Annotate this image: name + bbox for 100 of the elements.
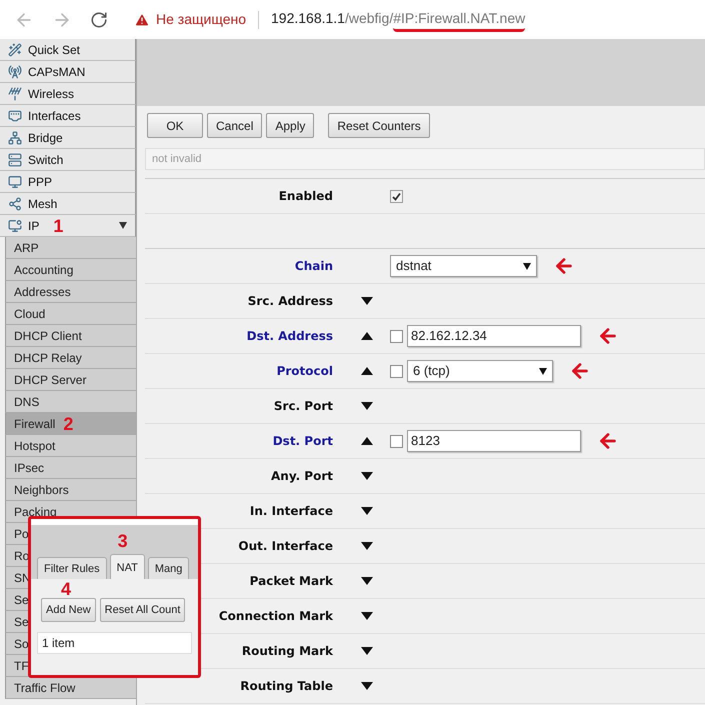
sidebar-item[interactable]: CAPsMAN <box>0 61 136 83</box>
sidebar-item[interactable]: Wireless <box>0 83 136 105</box>
submenu-label: Hotspot <box>14 438 56 454</box>
select-field[interactable]: dstnat <box>390 255 537 277</box>
sidebar-item[interactable]: IP 1 <box>0 215 136 237</box>
sidebar-item[interactable]: Mesh <box>0 193 136 215</box>
tab[interactable]: Filter Rules <box>37 557 107 579</box>
input-field[interactable]: 8123 <box>407 430 581 452</box>
submenu-label: Cloud <box>14 306 46 322</box>
field-label: Dst. Address <box>246 328 333 345</box>
expand-icon[interactable] <box>360 682 372 690</box>
sidebar-label: Bridge <box>28 130 63 146</box>
sidebar-item[interactable]: Switch <box>0 149 136 171</box>
submenu-label: Traffic Flow <box>14 680 76 696</box>
submenu-item[interactable]: Addresses <box>5 281 136 303</box>
submenu-item[interactable]: IPsec <box>5 457 136 479</box>
expand-icon[interactable] <box>360 647 372 655</box>
submenu-label: Se <box>14 614 29 630</box>
sidebar-item[interactable]: PPP <box>0 171 136 193</box>
submenu-label: Se <box>14 592 29 608</box>
toolbar-button[interactable]: Cancel <box>207 113 262 138</box>
submenu-item[interactable]: DNS <box>5 391 136 413</box>
collapse-icon[interactable] <box>360 367 372 375</box>
field-label: Protocol <box>276 363 333 380</box>
expand-icon[interactable] <box>360 507 372 515</box>
sidebar-label: Mesh <box>28 196 58 212</box>
item-count: 1 item <box>37 632 192 654</box>
expand-icon[interactable] <box>360 472 372 480</box>
field-label: Chain <box>294 258 333 275</box>
submenu-label: Firewall <box>14 416 56 432</box>
field-label: Src. Port <box>274 398 333 415</box>
field-label: Src. Address <box>248 293 333 310</box>
url-text: #IP:Firewall.NAT.new <box>393 8 526 32</box>
field-label: Connection Mark <box>218 608 333 625</box>
submenu-item[interactable]: Hotspot <box>5 435 136 457</box>
submenu-item[interactable]: DHCP Server <box>5 369 136 391</box>
annotation-number: 4 <box>61 580 72 598</box>
expand-icon[interactable] <box>360 612 372 620</box>
toolbar-button[interactable]: OK <box>147 113 203 138</box>
input-field[interactable]: 82.162.12.34 <box>407 325 581 347</box>
expand-icon[interactable] <box>360 297 372 305</box>
collapse-icon[interactable] <box>360 332 372 340</box>
toolbar-button[interactable]: Apply <box>266 113 314 138</box>
submenu-label: Neighbors <box>14 482 69 498</box>
submenu-item[interactable]: Cloud <box>5 303 136 325</box>
submenu-label: DNS <box>14 394 40 410</box>
nodes-icon <box>8 196 22 210</box>
sidebar-label: Wireless <box>28 86 74 102</box>
sidebar-label: IP <box>28 218 40 234</box>
field-label: Enabled <box>278 188 333 205</box>
sidebar-label: Interfaces <box>28 108 81 124</box>
submenu-label: Accounting <box>14 262 74 278</box>
submenu-label: TF <box>14 658 29 674</box>
field-label: Dst. Port <box>272 433 333 450</box>
annotation-number: 3 <box>118 532 128 550</box>
select-field[interactable]: 6 (tcp) <box>407 360 553 382</box>
field-label: Packet Mark <box>250 573 333 590</box>
antenna-icon <box>8 86 22 100</box>
sidebar-item[interactable]: Bridge <box>0 127 136 149</box>
field-label: Routing Mark <box>242 643 333 660</box>
field-label: Any. Port <box>271 468 333 485</box>
monitor-icon <box>8 174 22 188</box>
negate-checkbox[interactable] <box>390 330 403 342</box>
wand-icon <box>8 42 22 56</box>
dropdown-arrow-icon <box>523 262 531 270</box>
submenu-item[interactable]: Traffic Flow <box>5 677 136 699</box>
url-text: 192.168.1.1 <box>271 8 345 28</box>
submenu-label: DHCP Server <box>14 372 86 388</box>
inset-button[interactable]: Reset All Count <box>100 598 186 622</box>
sidebar-item[interactable]: Quick Set <box>0 39 136 61</box>
inset-button[interactable]: Add New <box>41 598 96 622</box>
negate-checkbox[interactable] <box>390 434 403 448</box>
submenu-label: DHCP Client <box>14 328 82 344</box>
collapse-icon[interactable] <box>360 437 372 445</box>
comment-field[interactable]: not invalid <box>145 148 705 170</box>
submenu-item[interactable]: Firewall 2 <box>5 413 136 435</box>
sidebar-label: CAPsMAN <box>28 64 86 80</box>
submenu-item[interactable]: DHCP Client <box>5 325 136 347</box>
tab[interactable]: NAT <box>110 554 145 579</box>
expand-icon[interactable] <box>360 402 372 410</box>
submenu-item[interactable]: Neighbors <box>5 479 136 501</box>
sidebar-item[interactable]: Interfaces <box>0 105 136 127</box>
expand-icon[interactable] <box>360 542 372 550</box>
tab[interactable]: Mang <box>148 557 190 579</box>
toolbar-button[interactable]: Reset Counters <box>328 113 430 138</box>
warning-icon <box>134 12 150 28</box>
expand-icon[interactable] <box>360 577 372 585</box>
dropdown-arrow-icon <box>539 368 547 374</box>
submenu-item[interactable]: Accounting <box>5 259 136 281</box>
sidebar-label: Quick Set <box>28 42 80 58</box>
field-label: Routing Table <box>240 678 333 695</box>
submenu-item[interactable]: DHCP Relay <box>5 347 136 369</box>
negate-checkbox[interactable] <box>390 364 403 378</box>
enabled-checkbox[interactable] <box>390 190 403 202</box>
reload-icon[interactable] <box>90 10 108 28</box>
port-icon <box>8 108 22 122</box>
url-text: /webfig/ <box>344 8 394 28</box>
annotation-number: 1 <box>53 216 64 234</box>
submenu-item[interactable]: ARP <box>5 237 136 259</box>
security-label: Не защищено <box>156 10 246 29</box>
